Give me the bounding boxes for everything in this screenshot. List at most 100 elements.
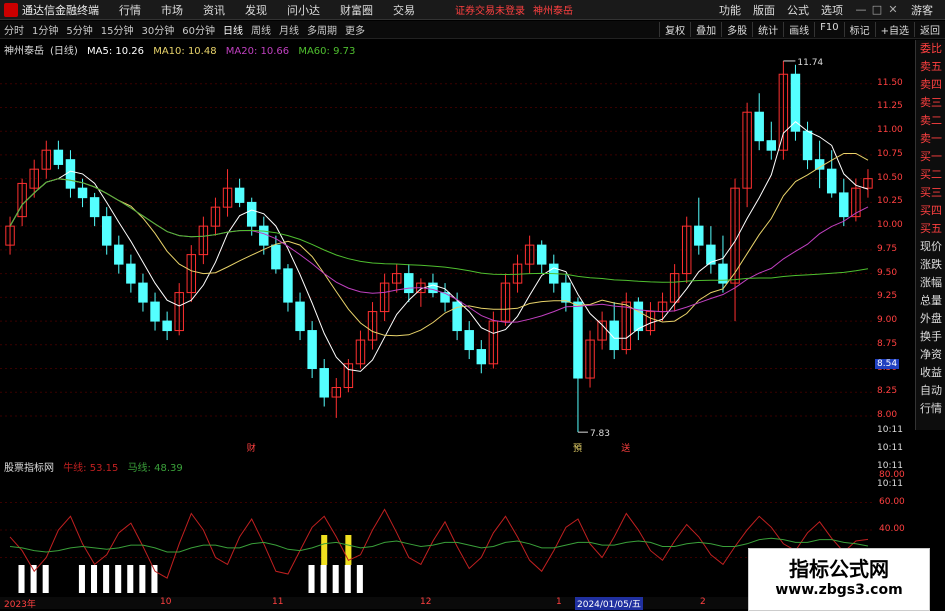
- candle-body: [150, 301, 160, 322]
- time-tag: 10:11: [877, 443, 903, 453]
- current-price-tag: 8.54: [875, 358, 900, 369]
- menu-item-formula[interactable]: 公式: [781, 2, 815, 18]
- candle-body: [440, 292, 450, 303]
- side-panel-item[interactable]: 买一: [916, 148, 945, 166]
- side-panel-item[interactable]: 委比: [916, 40, 945, 58]
- candle-body: [126, 263, 136, 284]
- candlestick-chart[interactable]: 11.74 7.83 财 預 送: [0, 40, 875, 455]
- candle-body: [246, 201, 257, 227]
- signal-bar: [78, 565, 85, 593]
- candle-body: [283, 268, 293, 303]
- menu-item-market[interactable]: 行情: [109, 2, 151, 18]
- side-panel-item[interactable]: 总量: [916, 292, 945, 310]
- maximize-icon[interactable]: □: [871, 3, 883, 16]
- price-tick: 9.75: [877, 243, 898, 254]
- side-panel-item[interactable]: 卖一: [916, 130, 945, 148]
- close-icon[interactable]: ✕: [887, 3, 899, 16]
- side-panel-item[interactable]: 买二: [916, 166, 945, 184]
- high-label: 11.74: [797, 58, 823, 68]
- period-weekly[interactable]: 周线: [247, 22, 275, 37]
- candle-body: [138, 282, 148, 303]
- candle-body: [802, 130, 813, 161]
- tool-f10[interactable]: F10: [814, 22, 843, 37]
- stock-title: 神州泰岳: [533, 6, 573, 17]
- ma-legend: 神州泰岳 (日线) MA5: 10.26 MA10: 10.48 MA20: 10…: [4, 42, 361, 57]
- guest-label[interactable]: 游客: [905, 2, 939, 18]
- menu-item-discover[interactable]: 发现: [235, 2, 277, 18]
- price-tick: 10.25: [877, 196, 903, 207]
- side-panel-item[interactable]: 卖三: [916, 94, 945, 112]
- side-panel-item[interactable]: 外盘: [916, 310, 945, 328]
- window-controls: — □ ✕: [855, 3, 899, 16]
- period-daily[interactable]: 日线: [219, 22, 247, 37]
- candle-body: [404, 273, 414, 294]
- price-tick: 10.75: [877, 148, 903, 159]
- menu-item-options[interactable]: 选项: [815, 2, 849, 18]
- app-logo-icon: [4, 2, 18, 17]
- price-tick: 10.00: [877, 220, 903, 231]
- side-panel-item[interactable]: 买四: [916, 202, 945, 220]
- login-notice[interactable]: 证券交易未登录: [455, 2, 525, 17]
- candle-body: [766, 140, 777, 151]
- tool-mark[interactable]: 标记: [843, 22, 875, 37]
- period-more[interactable]: 更多: [341, 22, 369, 37]
- indicator-chart[interactable]: [0, 457, 875, 597]
- candle-body: [114, 244, 124, 265]
- menu-item-trade[interactable]: 交易: [383, 2, 425, 18]
- side-panel-item[interactable]: 买三: [916, 184, 945, 202]
- tool-adjust[interactable]: 复权: [659, 22, 690, 37]
- period-30min[interactable]: 30分钟: [137, 22, 178, 37]
- legend-ma5: MA5: 10.26: [87, 46, 145, 57]
- legend-ma20: MA20: 10.66: [225, 46, 290, 57]
- period-multi[interactable]: 多周期: [303, 22, 341, 37]
- price-tick: 10.50: [877, 172, 903, 183]
- signal-bar: [42, 565, 49, 593]
- side-panel-item[interactable]: 自动: [916, 382, 945, 400]
- side-panel-item[interactable]: 涨幅: [916, 274, 945, 292]
- side-panel-item[interactable]: 净资: [916, 346, 945, 364]
- price-tick: 8.75: [877, 338, 898, 349]
- period-15min[interactable]: 15分钟: [97, 22, 138, 37]
- menu-item-ask[interactable]: 问小达: [277, 2, 330, 18]
- side-panel-item[interactable]: 买五: [916, 220, 945, 238]
- menu-item-function[interactable]: 功能: [713, 2, 747, 18]
- tool-multi-stock[interactable]: 多股: [721, 22, 752, 37]
- tool-back[interactable]: 返回: [914, 22, 945, 37]
- candle-body: [295, 301, 305, 332]
- price-tick: 9.50: [877, 267, 898, 278]
- indicator-name[interactable]: 股票指标网: [4, 463, 54, 474]
- price-tick: 9.00: [877, 315, 898, 326]
- menu-item-wealth[interactable]: 财富圈: [330, 2, 383, 18]
- side-panel-item[interactable]: 卖四: [916, 76, 945, 94]
- period-intraday[interactable]: 分时: [0, 22, 28, 37]
- tool-overlay[interactable]: 叠加: [690, 22, 721, 37]
- side-panel-item[interactable]: 现价: [916, 238, 945, 256]
- indicator-tick: 60.00: [879, 497, 905, 507]
- side-panel-item[interactable]: 卖五: [916, 58, 945, 76]
- tool-add-watch[interactable]: +自选: [874, 22, 914, 37]
- minimize-icon[interactable]: —: [855, 3, 867, 16]
- signal-bar: [308, 565, 315, 593]
- indicator-horse: 马线: 48.39: [127, 463, 183, 474]
- period-60min[interactable]: 60分钟: [178, 22, 219, 37]
- period-1min[interactable]: 1分钟: [28, 22, 62, 37]
- period-5min[interactable]: 5分钟: [62, 22, 96, 37]
- side-panel-item[interactable]: 行情: [916, 400, 945, 418]
- side-panel-item[interactable]: 卖二: [916, 112, 945, 130]
- price-tick: 11.00: [877, 125, 903, 136]
- legend-period: (日线): [50, 46, 78, 57]
- menu-item-layout[interactable]: 版面: [747, 2, 781, 18]
- side-panel-item[interactable]: 涨跌: [916, 256, 945, 274]
- menu-item-news[interactable]: 资讯: [193, 2, 235, 18]
- low-label: 7.83: [590, 429, 610, 439]
- tool-draw[interactable]: 画线: [783, 22, 814, 37]
- side-panel-item[interactable]: 换手: [916, 328, 945, 346]
- period-monthly[interactable]: 月线: [275, 22, 303, 37]
- side-panel-item[interactable]: 收益: [916, 364, 945, 382]
- candle-body: [754, 111, 764, 142]
- time-tag: 10:11: [877, 479, 903, 489]
- tool-stats[interactable]: 统计: [752, 22, 783, 37]
- event-marker: 送: [621, 442, 630, 454]
- candle-body: [89, 197, 100, 218]
- menu-item-markets[interactable]: 市场: [151, 2, 193, 18]
